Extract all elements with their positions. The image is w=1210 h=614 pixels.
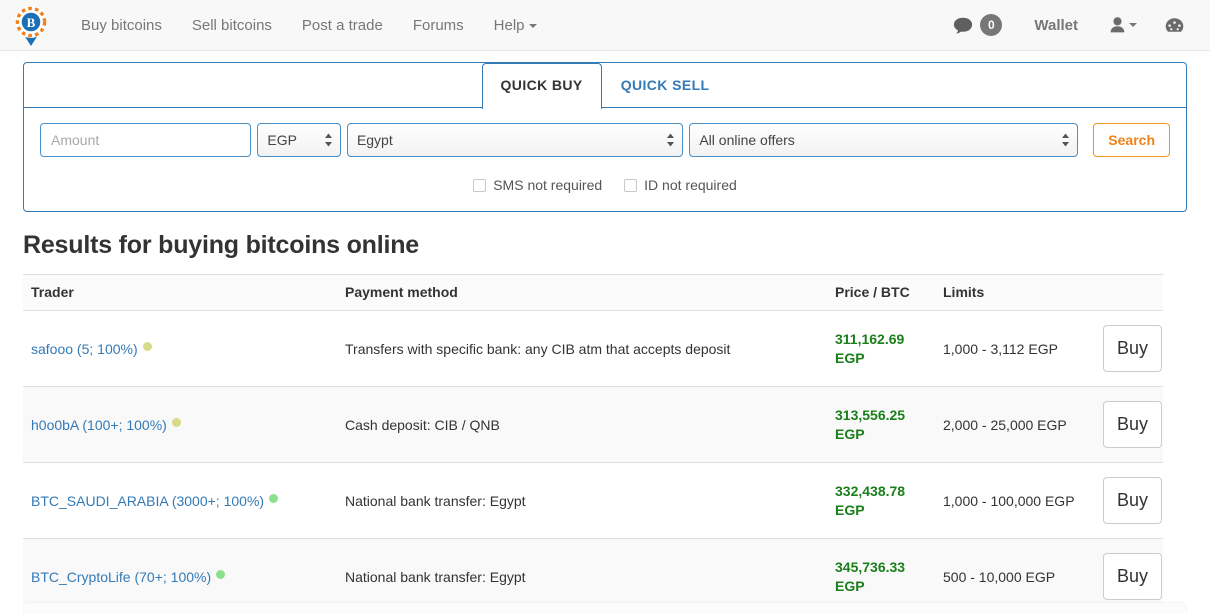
trader-link[interactable]: BTC_CryptoLife (70+; 100%) <box>31 569 211 585</box>
cell-action: Buy <box>1095 462 1163 539</box>
offer-type-select-value: All online offers <box>699 132 795 148</box>
bitcoin-pin-logo-icon: B <box>15 6 47 46</box>
column-header-action <box>1095 274 1163 311</box>
cell-price: 332,438.78 EGP <box>827 462 935 539</box>
trader-link[interactable]: BTC_SAUDI_ARABIA (3000+; 100%) <box>31 493 264 509</box>
currency-select[interactable]: EGP <box>257 123 341 157</box>
column-header-trader: Trader <box>23 274 337 311</box>
table-header-row: Trader Payment method Price / BTC Limits <box>23 274 1163 311</box>
tab-quick-buy[interactable]: QUICK BUY <box>481 63 602 110</box>
results-table-head: Trader Payment method Price / BTC Limits <box>23 274 1163 311</box>
page-title: Results for buying bitcoins online <box>23 231 419 259</box>
column-header-limits: Limits <box>935 274 1095 311</box>
quick-trade-panel: QUICK BUY QUICK SELL EGP Egypt All onlin… <box>23 62 1187 212</box>
svg-text:B: B <box>27 15 36 30</box>
trader-link[interactable]: h0o0bA (100+; 100%) <box>31 417 167 433</box>
status-dot-icon <box>269 493 279 503</box>
nav-link-wallet[interactable]: Wallet <box>1016 0 1096 51</box>
select-arrows-icon <box>324 133 332 147</box>
cell-price: 311,162.69 EGP <box>827 310 935 387</box>
cell-trader: h0o0bA (100+; 100%) <box>23 386 337 463</box>
country-select[interactable]: Egypt <box>346 123 684 157</box>
top-navbar: B Buy bitcoins Sell bitcoins Post a trad… <box>0 0 1210 51</box>
filter-checkboxes: SMS not required ID not required <box>24 157 1186 211</box>
cell-payment-method: Transfers with specific bank: any CIB at… <box>337 310 827 387</box>
cell-action: Buy <box>1095 310 1163 387</box>
dashboard-icon <box>1165 17 1184 32</box>
cell-payment-method: Cash deposit: CIB / QNB <box>337 386 827 463</box>
panel-tabs: QUICK BUY QUICK SELL <box>23 63 1187 110</box>
table-row: BTC_SAUDI_ARABIA (3000+; 100%) National … <box>23 462 1163 539</box>
id-not-required-checkbox[interactable]: ID not required <box>624 177 737 193</box>
table-row: safooo (5; 100%) Transfers with specific… <box>23 310 1163 387</box>
status-dot-icon <box>171 417 181 427</box>
nav-link-forums[interactable]: Forums <box>398 0 479 51</box>
buy-button[interactable]: Buy <box>1103 477 1162 524</box>
buy-button[interactable]: Buy <box>1103 325 1162 372</box>
cell-limits: 1,000 - 100,000 EGP <box>935 462 1095 539</box>
cell-payment-method: National bank transfer: Egypt <box>337 462 827 539</box>
trader-link[interactable]: safooo (5; 100%) <box>31 341 138 357</box>
chat-bubble-icon <box>954 17 973 34</box>
cell-trader: BTC_SAUDI_ARABIA (3000+; 100%) <box>23 462 337 539</box>
nav-link-help[interactable]: Help <box>479 0 552 51</box>
cell-trader: safooo (5; 100%) <box>23 310 337 387</box>
id-not-required-label: ID not required <box>644 177 737 193</box>
cell-action: Buy <box>1095 386 1163 463</box>
buy-button[interactable]: Buy <box>1103 401 1162 448</box>
status-dot-icon <box>216 569 226 579</box>
column-header-payment-method: Payment method <box>337 274 827 311</box>
cell-price: 313,556.25 EGP <box>827 386 935 463</box>
results-table: Trader Payment method Price / BTC Limits… <box>23 274 1163 614</box>
currency-select-value: EGP <box>267 132 297 148</box>
user-menu-button[interactable] <box>1096 17 1151 33</box>
amount-input[interactable] <box>40 123 252 157</box>
messages-count-badge: 0 <box>980 14 1003 36</box>
sms-not-required-checkbox[interactable]: SMS not required <box>473 177 602 193</box>
search-form: EGP Egypt All online offers Search <box>24 108 1186 157</box>
cell-limits: 1,000 - 3,112 EGP <box>935 310 1095 387</box>
sms-not-required-label: SMS not required <box>493 177 603 193</box>
search-button[interactable]: Search <box>1093 123 1170 157</box>
checkbox-box <box>624 178 638 192</box>
select-arrows-icon <box>1062 133 1070 147</box>
select-arrows-icon <box>667 133 675 147</box>
nav-link-help-label: Help <box>493 16 525 34</box>
nav-link-sell-bitcoins[interactable]: Sell bitcoins <box>177 0 287 51</box>
nav-links: Buy bitcoins Sell bitcoins Post a trade … <box>66 0 552 51</box>
country-select-value: Egypt <box>356 132 393 148</box>
results-table-body: safooo (5; 100%) Transfers with specific… <box>23 310 1163 614</box>
checkbox-box <box>473 178 487 192</box>
chevron-down-icon <box>1129 23 1137 27</box>
nav-link-buy-bitcoins[interactable]: Buy bitcoins <box>66 0 177 51</box>
nav-right-group: 0 Wallet <box>939 0 1194 51</box>
nav-link-post-a-trade[interactable]: Post a trade <box>287 0 398 51</box>
user-icon <box>1110 17 1125 33</box>
tab-quick-sell[interactable]: QUICK SELL <box>602 63 729 108</box>
chevron-down-icon <box>528 23 537 28</box>
bitcoin-pin-logo-icon[interactable]: B <box>14 5 48 46</box>
footer-strip <box>23 602 1187 614</box>
status-dot-icon <box>142 341 152 351</box>
dashboard-button[interactable] <box>1151 17 1194 34</box>
messages-button[interactable]: 0 <box>939 14 1016 36</box>
buy-button[interactable]: Buy <box>1103 553 1162 600</box>
cell-limits: 2,000 - 25,000 EGP <box>935 386 1095 463</box>
table-row: h0o0bA (100+; 100%) Cash deposit: CIB / … <box>23 386 1163 463</box>
column-header-price: Price / BTC <box>827 274 935 311</box>
offer-type-select[interactable]: All online offers <box>689 123 1079 157</box>
